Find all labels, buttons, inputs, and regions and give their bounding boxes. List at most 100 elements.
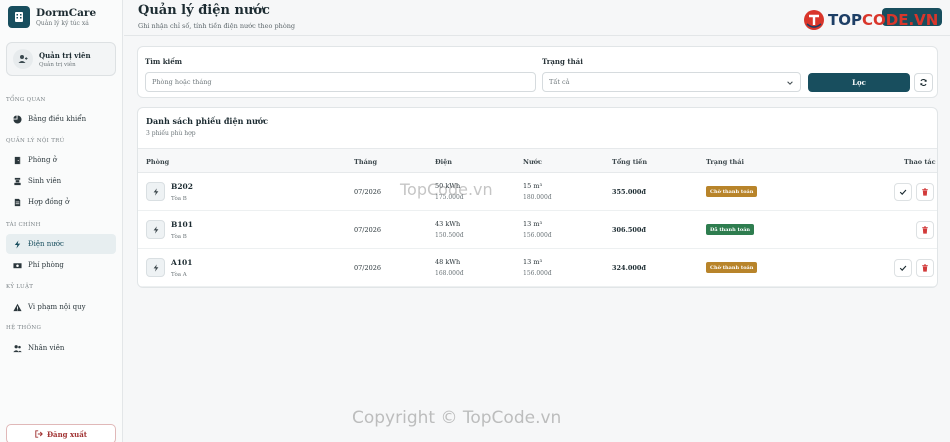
topcode-logo-icon (804, 10, 824, 30)
list-title: Danh sách phiếu điện nước (146, 116, 269, 126)
sidebar-item-staff[interactable]: Nhân viên (6, 338, 116, 358)
check-icon (899, 264, 907, 272)
logout-label: Đăng xuất (46, 429, 88, 439)
electric-cost: 150.500đ (435, 232, 464, 239)
sidebar-item-dashboard[interactable]: Bảng điều khiển (6, 109, 116, 129)
sidebar-item-utilities[interactable]: Điện nước (6, 234, 116, 254)
sidebar-item-label: Sinh viên (28, 177, 62, 185)
sidebar-item-students[interactable]: Sinh viên (6, 171, 116, 191)
water-cost: 156.000đ (523, 232, 552, 239)
month: 07/2026 (354, 188, 382, 196)
status-label: Trạng thái (542, 57, 583, 66)
status-select[interactable]: Tất cả (542, 72, 801, 92)
logo-text-code: CODE.VN (861, 11, 939, 29)
table-header: Phòng Tháng Điện Nước Tổng tiền Trạng th… (138, 148, 937, 173)
logout-button[interactable]: Đăng xuất (6, 424, 116, 442)
sidebar-item-label: Vi phạm nội quy (28, 303, 86, 311)
total-amount: 306.500đ (612, 226, 646, 234)
search-input[interactable]: Phòng hoặc tháng (145, 72, 536, 92)
user-name: Quản trị viên (39, 50, 91, 60)
electric-usage: 43 kWh (435, 220, 461, 228)
bolt-icon (146, 220, 165, 239)
topcode-logo: TOPCODE.VN (803, 9, 938, 31)
column-header-status: Trạng thái (706, 158, 744, 166)
table-row: B202 Tòa B 07/2026 50 kWh 175.000đ 15 m³… (138, 173, 937, 211)
sidebar-item-label: Hợp đồng ở (28, 198, 70, 206)
logo-text-top: TOP (828, 11, 862, 29)
sidebar-item-label: Bảng điều khiển (28, 115, 87, 123)
delete-button[interactable] (916, 221, 934, 239)
status-select-value: Tất cả (549, 78, 570, 86)
room-block: Tòa B (171, 196, 187, 202)
water-cost: 156.000đ (523, 270, 552, 277)
nav-section-discipline: KỶ LUẬT (6, 284, 34, 290)
filter-button[interactable]: Lọc (808, 73, 910, 92)
room-name: A101 (171, 258, 193, 267)
logout-icon (35, 430, 43, 438)
bolt-icon (146, 182, 165, 201)
header-divider (124, 35, 950, 36)
sidebar-item-rooms[interactable]: Phòng ở (6, 150, 116, 170)
column-header-actions: Thao tác (904, 158, 936, 166)
status-badge: Chờ thanh toán (706, 262, 758, 273)
column-header-room: Phòng (146, 158, 170, 166)
trash-icon (921, 264, 929, 272)
room-block: Tòa A (171, 272, 187, 278)
column-header-electric: Điện (435, 158, 453, 166)
sidebar-item-label: Điện nước (28, 240, 64, 248)
sidebar-item-violations[interactable]: Vi phạm nội quy (6, 297, 116, 317)
sidebar: DormCare Quản lý ký túc xá Quản trị viên… (0, 0, 123, 442)
filter-panel: Tìm kiếm Phòng hoặc tháng Trạng thái Tất… (137, 46, 938, 98)
month: 07/2026 (354, 226, 382, 234)
chart-pie-icon (12, 114, 22, 124)
contract-icon (12, 197, 22, 207)
warning-icon (12, 302, 22, 312)
building-icon (8, 6, 30, 28)
refresh-button[interactable] (914, 73, 933, 92)
brand-name: DormCare (36, 7, 97, 19)
bolt-icon (146, 258, 165, 277)
brand: DormCare Quản lý ký túc xá (8, 6, 96, 28)
user-role: Quản trị viên (39, 61, 76, 68)
column-header-month: Tháng (354, 158, 378, 166)
electric-usage: 48 kWh (435, 258, 461, 266)
refresh-icon (919, 78, 928, 87)
total-amount: 324.000đ (612, 264, 646, 272)
sidebar-item-room-fees[interactable]: Phí phòng (6, 255, 116, 275)
user-card[interactable]: Quản trị viên Quản trị viên (6, 42, 116, 76)
nav-section-overview: TỔNG QUAN (6, 97, 46, 103)
table-row: B101 Tòa B 07/2026 43 kWh 150.500đ 13 m³… (138, 211, 937, 249)
delete-button[interactable] (916, 183, 934, 201)
search-label: Tìm kiếm (145, 57, 183, 66)
water-usage: 15 m³ (523, 182, 543, 190)
page-subtitle: Ghi nhận chỉ số, tính tiền điện nước the… (138, 22, 296, 30)
room-name: B101 (171, 220, 193, 229)
brand-subtitle: Quản lý ký túc xá (36, 20, 89, 27)
month: 07/2026 (354, 264, 382, 272)
column-header-water: Nước (523, 158, 542, 166)
water-usage: 13 m³ (523, 220, 543, 228)
watermark-top: TopCode.vn (400, 180, 493, 199)
student-icon (12, 176, 22, 186)
electric-cost: 168.000đ (435, 270, 464, 277)
trash-icon (921, 188, 929, 196)
water-cost: 180.000đ (523, 194, 552, 201)
mark-paid-button[interactable] (894, 183, 912, 201)
user-avatar-icon (13, 49, 33, 69)
nav-section-finance: TÀI CHÍNH (6, 222, 41, 228)
total-amount: 355.000đ (612, 188, 646, 196)
nav-section-system: HỆ THỐNG (6, 325, 42, 331)
sidebar-item-label: Phí phòng (28, 261, 64, 269)
table-row: A101 Tòa A 07/2026 48 kWh 168.000đ 13 m³… (138, 249, 937, 287)
delete-button[interactable] (916, 259, 934, 277)
watermark-copyright: Copyright © TopCode.vn (352, 408, 562, 428)
mark-paid-button[interactable] (894, 259, 912, 277)
search-placeholder: Phòng hoặc tháng (152, 78, 212, 86)
trash-icon (921, 226, 929, 234)
users-icon (12, 343, 22, 353)
money-icon (12, 260, 22, 270)
chevron-down-icon (786, 79, 794, 89)
door-icon (12, 155, 22, 165)
sidebar-item-contracts[interactable]: Hợp đồng ở (6, 192, 116, 212)
list-count: 3 phiếu phù hợp (146, 130, 196, 137)
